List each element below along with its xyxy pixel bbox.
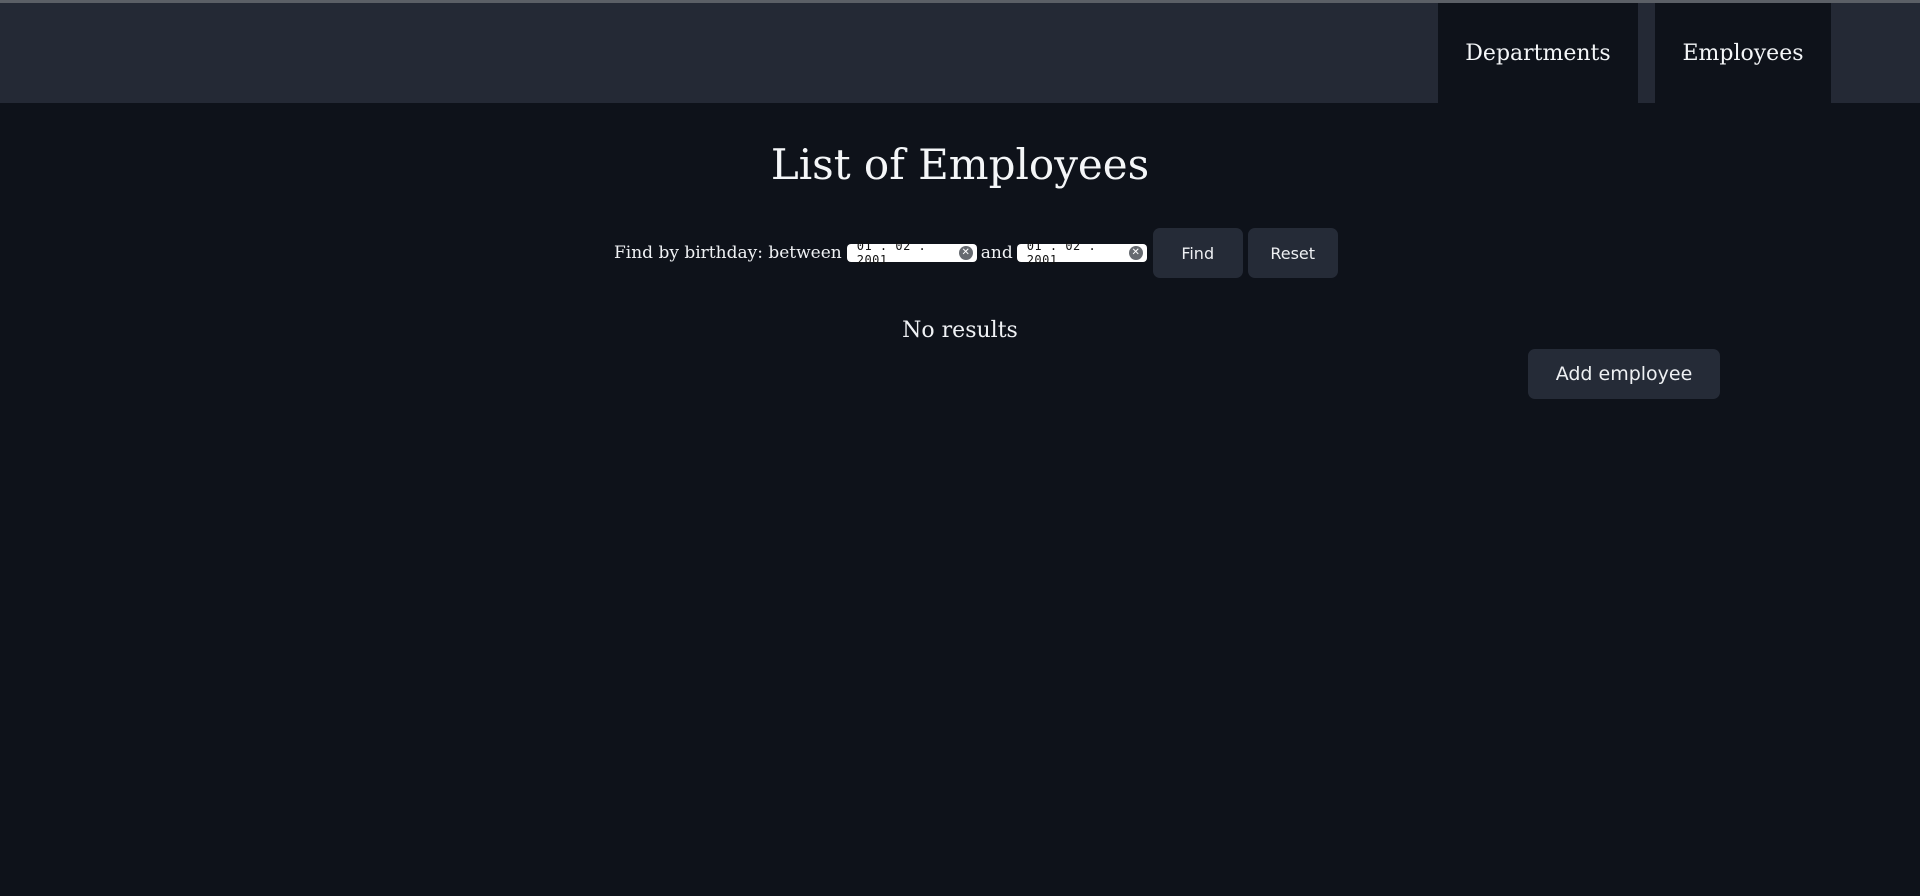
date-to-value: 01 . 02 . 2001 [1026, 239, 1097, 267]
filter-label: Find by birthday: between [614, 243, 842, 263]
birthday-filter: Find by birthday: between 01 . 02 . 2001… [614, 228, 1338, 278]
reset-button[interactable]: Reset [1247, 228, 1338, 278]
filter-and-label: and [980, 243, 1013, 263]
date-from-value: 01 . 02 . 2001 [856, 239, 927, 267]
page-title: List of Employees [770, 140, 1150, 189]
nav-tab-departments[interactable]: Departments [1438, 3, 1638, 103]
nav-tab-employees[interactable]: Employees [1655, 3, 1831, 103]
clear-icon[interactable]: ✕ [958, 246, 973, 260]
add-employee-button[interactable]: Add employee [1528, 349, 1720, 399]
no-results-message: No results [902, 318, 1018, 343]
clear-icon[interactable]: ✕ [1128, 246, 1143, 260]
find-button[interactable]: Find [1152, 228, 1243, 278]
date-from-input[interactable]: 01 . 02 . 2001 ✕ [846, 239, 977, 267]
date-to-input[interactable]: 01 . 02 . 2001 ✕ [1016, 239, 1147, 267]
navbar: Departments Employees [0, 3, 1920, 103]
